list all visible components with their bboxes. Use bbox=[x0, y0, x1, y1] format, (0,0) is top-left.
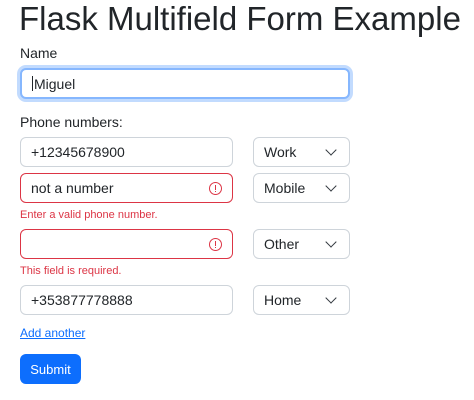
chevron-down-icon bbox=[325, 180, 337, 192]
phone-type-select[interactable]: Work bbox=[253, 137, 350, 167]
chevron-down-icon bbox=[325, 236, 337, 248]
phone-number-value: not a number bbox=[31, 180, 114, 196]
phone-type-value: Home bbox=[264, 292, 302, 308]
submit-button[interactable]: Submit bbox=[20, 354, 81, 384]
phone-error-message: This field is required. bbox=[20, 265, 122, 277]
phone-type-value: Mobile bbox=[264, 180, 306, 196]
error-icon bbox=[209, 181, 222, 195]
phone-number-value: +12345678900 bbox=[31, 144, 125, 160]
phone-number-input[interactable]: not a number bbox=[20, 173, 233, 203]
phone-type-select[interactable]: Mobile bbox=[253, 173, 350, 203]
phone-number-input[interactable] bbox=[20, 229, 233, 259]
add-another-link[interactable]: Add another bbox=[20, 325, 85, 341]
phone-number-input[interactable]: +353877778888 bbox=[20, 285, 233, 315]
phone-type-value: Other bbox=[264, 236, 300, 252]
chevron-down-icon bbox=[325, 292, 337, 304]
phone-number-input[interactable]: +12345678900 bbox=[20, 137, 233, 167]
phone-type-select[interactable]: Other bbox=[253, 229, 350, 259]
phone-type-select[interactable]: Home bbox=[253, 285, 350, 315]
phone-type-value: Work bbox=[264, 144, 297, 160]
name-input[interactable]: Miguel bbox=[20, 68, 350, 99]
page-title: Flask Multifield Form Example bbox=[19, 0, 461, 37]
phone-numbers-label: Phone numbers: bbox=[20, 114, 123, 130]
chevron-down-icon bbox=[325, 144, 337, 156]
error-icon bbox=[209, 237, 222, 251]
phone-number-value: +353877778888 bbox=[31, 292, 133, 308]
text-cursor bbox=[32, 76, 33, 91]
name-input-value: Miguel bbox=[34, 75, 76, 92]
name-label: Name bbox=[20, 45, 58, 61]
phone-error-message: Enter a valid phone number. bbox=[20, 209, 158, 221]
